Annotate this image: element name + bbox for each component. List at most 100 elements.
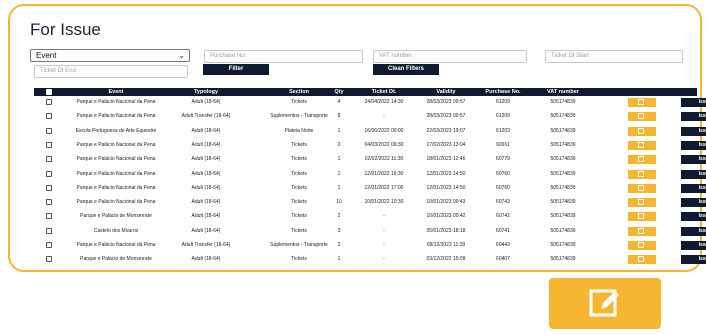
cell-vat-number: 505174839 <box>550 141 576 148</box>
issue-button[interactable]: Issue <box>681 255 706 265</box>
cell-qty: 1 <box>337 256 341 263</box>
cell-validity: 10/01/2023 09:42 <box>426 213 466 220</box>
cell-qty: 1 <box>337 156 341 163</box>
cell-ticket-dt: - <box>383 227 385 234</box>
edit-icon <box>638 99 644 105</box>
table-row: Parque e Palácio Nacional da Pena Adult (… <box>34 97 706 108</box>
purchase-no-input[interactable]: Purchase No. <box>204 50 363 63</box>
edit-row-button[interactable] <box>628 98 656 107</box>
edit-row-button[interactable] <box>628 198 656 208</box>
cell-validity: 03/12/2022 15:09 <box>426 256 466 263</box>
issue-button[interactable]: Issue <box>681 140 706 150</box>
table-row: Parque e Palácio Nacional da Pena Adult T… <box>34 240 706 251</box>
issue-button[interactable]: Issue <box>681 183 706 193</box>
cell-purchase-no: 60779 <box>496 156 510 163</box>
ticket-dt-start-input[interactable]: Ticket Dt Start <box>545 50 683 63</box>
edit-row-button[interactable] <box>628 169 656 179</box>
cell-vat-number: 505174839 <box>550 242 576 248</box>
cell-validity: 12/01/2023 14:50 <box>426 170 466 177</box>
cell-vat-number: 505174839 <box>550 199 576 206</box>
cell-ticket-dt: - <box>383 256 385 263</box>
cell-vat-number: 505174839 <box>550 170 576 177</box>
issue-button[interactable]: Issue <box>681 241 706 250</box>
cell-purchase-no: 60741 <box>496 227 510 234</box>
cell-validity: 28/03/2023 09:57 <box>426 113 466 120</box>
edit-row-button[interactable] <box>628 212 656 222</box>
cell-typology: Adult (18-64) <box>191 227 221 234</box>
issue-button[interactable]: Issue <box>681 112 706 122</box>
cell-validity: 17/02/2023 13:04 <box>426 141 466 148</box>
cell-validity: 22/03/2023 19:07 <box>426 127 466 134</box>
cell-ticket-dt: 10/01/2022 10:30 <box>364 199 404 206</box>
cell-purchase-no: 60760 <box>496 184 510 191</box>
table-row: Parque e Palácio de Monserrate Adult (18-… <box>34 211 706 222</box>
cell-ticket-dt: - <box>383 213 385 220</box>
filter-button[interactable]: Filter <box>203 64 269 75</box>
edit-row-button[interactable] <box>628 226 656 236</box>
cell-vat-number: 505174839 <box>550 127 576 134</box>
chevron-down-icon: ⌄ <box>178 51 185 60</box>
edit-row-button[interactable] <box>628 112 656 122</box>
issue-button[interactable]: Issue <box>681 169 706 179</box>
cell-ticket-dt: - <box>383 242 385 248</box>
table-row: Parque e Palácio Nacional da Pena Adult (… <box>34 140 706 151</box>
edit-row-button[interactable] <box>628 255 656 265</box>
cell-vat-number: 505174839 <box>550 113 576 120</box>
edit-icon <box>638 256 644 263</box>
cell-vat-number: 505174839 <box>550 184 576 191</box>
cell-qty: 1 <box>337 170 341 177</box>
cell-validity: 05/01/2023 18:18 <box>426 227 466 234</box>
cell-typology: Adult (18-64) <box>191 213 221 220</box>
event-select[interactable]: Event ⌄ <box>30 49 190 62</box>
cell-purchase-no: 61209 <box>496 113 510 120</box>
cell-purchase-no: 60443 <box>496 242 510 248</box>
table-row: Parque e Palácio Nacional da Pena Adult (… <box>34 169 706 180</box>
cell-typology: Adult (18-64) <box>191 184 221 191</box>
cell-qty: 2 <box>337 242 341 248</box>
table-row: Escola Portuguesa de Arte Equestre Adult … <box>34 126 706 137</box>
clean-filters-button[interactable]: Clean Filters <box>373 64 439 75</box>
edit-row-button[interactable] <box>628 126 656 136</box>
cell-qty: 1 <box>337 127 341 134</box>
cell-validity: 12/01/2023 14:50 <box>426 184 466 191</box>
vat-number-input[interactable]: VAT number <box>373 50 527 63</box>
cell-qty: 4 <box>337 99 341 105</box>
cell-ticket-dt: 02/02/2022 11:30 <box>364 156 404 163</box>
cell-qty: 2 <box>337 141 341 148</box>
edit-icon <box>589 289 619 317</box>
cell-ticket-dt: 04/03/2022 09:30 <box>364 141 404 148</box>
edit-row-button[interactable] <box>628 155 656 165</box>
edit-row-button[interactable] <box>628 241 656 250</box>
issue-button[interactable]: Issue <box>681 126 706 136</box>
edit-icon <box>638 141 644 148</box>
edit-row-button[interactable] <box>628 183 656 193</box>
cell-purchase-no: 60760 <box>496 170 510 177</box>
cell-ticket-dt: 12/01/2022 16:30 <box>364 170 404 177</box>
issue-button[interactable]: Issue <box>681 212 706 222</box>
header-ticket-dt: Ticket Dt. <box>371 89 397 95</box>
edit-icon <box>638 227 644 234</box>
table-header: Event Typology Section Qty Ticket Dt. Va… <box>34 88 697 96</box>
ticket-dt-end-input[interactable]: Ticket Dt End <box>34 65 188 78</box>
edit-row-button[interactable] <box>628 140 656 150</box>
issue-button[interactable]: Issue <box>681 226 706 236</box>
cell-purchase-no: 60407 <box>496 256 510 263</box>
issue-button[interactable]: Issue <box>681 155 706 165</box>
cell-vat-number: 505174839 <box>550 227 576 234</box>
cell-validity: 18/01/2023 12:46 <box>426 156 466 163</box>
issue-button[interactable]: Issue <box>681 198 706 208</box>
edit-icon <box>638 199 644 206</box>
edit-fab-button[interactable] <box>549 278 661 329</box>
header-vat-number: VAT number <box>547 89 579 95</box>
header-validity: Validity <box>436 89 456 95</box>
table-row: Parque e Palácio Nacional da Pena Adult T… <box>34 111 706 122</box>
cell-validity: 10/01/2023 09:43 <box>426 199 466 206</box>
cell-purchase-no: 60911 <box>496 141 510 148</box>
table-row: Castelo dos Mouros Adult (18-64) Tickets 3-… <box>34 226 706 237</box>
issue-button[interactable]: Issue <box>681 98 706 107</box>
edit-icon <box>638 184 644 191</box>
edit-icon <box>638 113 644 120</box>
cell-typology: Adult (18-64) <box>191 256 221 263</box>
cell-ticket-dt: 12/01/2022 17:00 <box>364 184 404 191</box>
cell-qty: 10 <box>336 199 342 206</box>
